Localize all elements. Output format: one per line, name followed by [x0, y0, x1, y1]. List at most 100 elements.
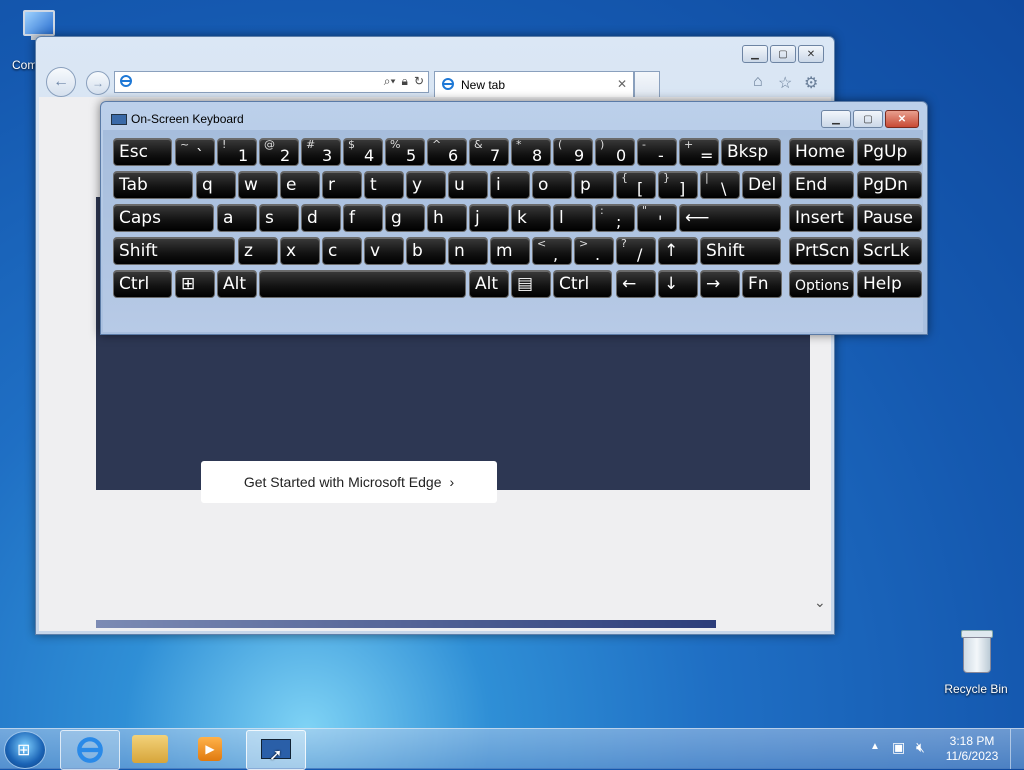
key-c[interactable]: c	[322, 237, 362, 265]
taskbar-ie-button[interactable]	[60, 730, 120, 770]
key-insert[interactable]: Insert	[789, 204, 854, 232]
key-[interactable]: }]	[658, 171, 698, 199]
key-2[interactable]: @2	[259, 138, 299, 166]
media-player-icon[interactable]: ▶	[198, 737, 222, 761]
key-alt[interactable]: Alt	[217, 270, 257, 298]
refresh-icon[interactable]: ↻	[414, 74, 424, 89]
key-ctrl[interactable]: Ctrl	[553, 270, 612, 298]
osk-minimize-button[interactable]: ▁	[821, 110, 851, 128]
key-8[interactable]: * 8	[511, 138, 551, 166]
key-[interactable]: | \	[700, 171, 740, 199]
start-button[interactable]: ⊞	[4, 731, 46, 769]
key-h[interactable]: h	[427, 204, 467, 232]
home-icon[interactable]: ⌂	[753, 73, 763, 91]
key-fn[interactable]: Fn	[742, 270, 782, 298]
key-4[interactable]: $4	[343, 138, 383, 166]
key-e[interactable]: e	[280, 171, 320, 199]
key-t[interactable]: t	[364, 171, 404, 199]
key-m[interactable]: m	[490, 237, 530, 265]
key-v[interactable]: v	[364, 237, 404, 265]
key-bksp[interactable]: Bksp	[721, 138, 781, 166]
key-shift[interactable]: Shift	[113, 237, 235, 265]
key-prtscn[interactable]: PrtScn	[789, 237, 854, 265]
minimize-button[interactable]: ▁	[742, 45, 768, 63]
key-[interactable]: + =	[679, 138, 719, 166]
close-tab-icon[interactable]: ✕	[617, 77, 627, 91]
clock[interactable]: 3:18 PM 11/6/2023	[942, 734, 1002, 764]
key-pgdn[interactable]: PgDn	[857, 171, 922, 199]
forward-button[interactable]: →	[86, 71, 110, 95]
key-y[interactable]: y	[406, 171, 446, 199]
key-l[interactable]: l	[553, 204, 593, 232]
key-u[interactable]: u	[448, 171, 488, 199]
key-p[interactable]: p	[574, 171, 614, 199]
key-j[interactable]: j	[469, 204, 509, 232]
key-w[interactable]: w	[238, 171, 278, 199]
key-i[interactable]: i	[490, 171, 530, 199]
key-help[interactable]: Help	[857, 270, 922, 298]
key-[interactable]: →	[700, 270, 740, 298]
favorites-star-icon[interactable]: ☆	[778, 73, 792, 93]
key-space[interactable]	[259, 270, 466, 298]
address-bar[interactable]: ⌕▾ 🔒︎ ↻	[114, 71, 429, 93]
key-[interactable]: {[	[616, 171, 656, 199]
key-s[interactable]: s	[259, 204, 299, 232]
gear-icon[interactable]: ⚙	[804, 73, 818, 93]
key-esc[interactable]: Esc	[113, 138, 172, 166]
key-q[interactable]: q	[196, 171, 236, 199]
key-r[interactable]: r	[322, 171, 362, 199]
new-tab-button[interactable]	[634, 71, 660, 98]
key-3[interactable]: #3	[301, 138, 341, 166]
volume-muted-icon[interactable]: 🔇︎	[916, 739, 925, 756]
show-hidden-icons-icon[interactable]: ▲	[870, 741, 880, 752]
tab-new-tab[interactable]: New tab ✕	[434, 71, 634, 98]
key-x[interactable]: x	[280, 237, 320, 265]
key-caps[interactable]: Caps	[113, 204, 214, 232]
key-[interactable]: ⟵	[679, 204, 781, 232]
key-5[interactable]: % 5	[385, 138, 425, 166]
key-d[interactable]: d	[301, 204, 341, 232]
key-1[interactable]: ! 1	[217, 138, 257, 166]
chevron-down-icon[interactable]: ⌄	[814, 594, 826, 611]
key-k[interactable]: k	[511, 204, 551, 232]
key-z[interactable]: z	[238, 237, 278, 265]
key-del[interactable]: Del	[742, 171, 782, 199]
key-alt[interactable]: Alt	[469, 270, 509, 298]
key-9[interactable]: (9	[553, 138, 593, 166]
key-6[interactable]: ^ 6	[427, 138, 467, 166]
taskbar-osk-button[interactable]: ➚	[246, 730, 306, 770]
key-pause[interactable]: Pause	[857, 204, 922, 232]
back-button[interactable]: ←	[46, 67, 76, 97]
key-0[interactable]: ) 0	[595, 138, 635, 166]
key-tab[interactable]: Tab	[113, 171, 193, 199]
search-icon[interactable]: ⌕▾	[384, 74, 396, 89]
key-[interactable]: :;	[595, 204, 635, 232]
key-ctrl[interactable]: Ctrl	[113, 270, 172, 298]
show-desktop-button[interactable]	[1010, 729, 1024, 769]
key-g[interactable]: g	[385, 204, 425, 232]
key-[interactable]: ⊞	[175, 270, 215, 298]
network-icon[interactable]: ▣	[892, 739, 905, 756]
key-options[interactable]: Options	[789, 270, 854, 298]
key-pgup[interactable]: PgUp	[857, 138, 922, 166]
maximize-button[interactable]: ▢	[770, 45, 796, 63]
key-o[interactable]: o	[532, 171, 572, 199]
key-[interactable]: --	[637, 138, 677, 166]
key-[interactable]: ? /	[616, 237, 656, 265]
key-7[interactable]: & 7	[469, 138, 509, 166]
key-[interactable]: <,	[532, 237, 572, 265]
key-[interactable]: ←	[616, 270, 656, 298]
key-a[interactable]: a	[217, 204, 257, 232]
key-[interactable]: >.	[574, 237, 614, 265]
osk-close-button[interactable]: ✕	[885, 110, 919, 128]
key-f[interactable]: f	[343, 204, 383, 232]
key-end[interactable]: End	[789, 171, 854, 199]
key-[interactable]: ~ `	[175, 138, 215, 166]
key-b[interactable]: b	[406, 237, 446, 265]
key-home[interactable]: Home	[789, 138, 854, 166]
close-button[interactable]: ✕	[798, 45, 824, 63]
key-[interactable]: ↑	[658, 237, 698, 265]
key-[interactable]: ↓	[658, 270, 698, 298]
key-[interactable]: " '	[637, 204, 677, 232]
key-[interactable]: ▤	[511, 270, 551, 298]
